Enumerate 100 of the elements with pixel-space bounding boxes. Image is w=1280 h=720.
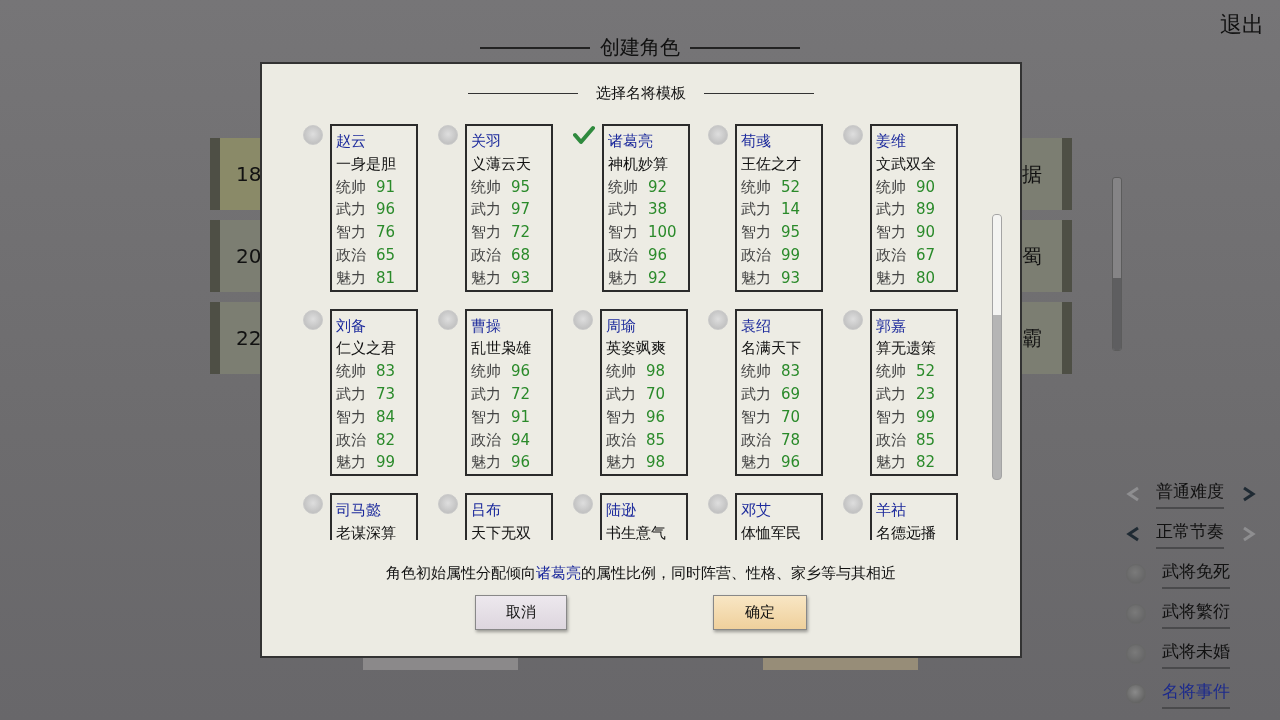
radio-button[interactable] (438, 309, 458, 330)
general-card[interactable]: 关羽 义薄云天 统帅 95 武力 97 智力 72 政治 68 魅力 93 (465, 124, 553, 292)
stat-label: 统帅 (608, 176, 638, 198)
stat-value: 85 (916, 429, 936, 451)
stat-label: 统帅 (336, 361, 366, 383)
radio-button[interactable] (843, 309, 863, 330)
stat-label: 统帅 (741, 361, 771, 383)
stat-value: 91 (376, 176, 396, 198)
stat-value: 96 (511, 452, 531, 474)
confirm-button[interactable]: 确定 (713, 595, 807, 630)
stat-value: 81 (376, 267, 396, 289)
stat-value: 91 (511, 406, 531, 428)
radio-button[interactable] (843, 125, 863, 145)
general-card[interactable]: 赵云 一身是胆 统帅 91 武力 96 智力 76 政治 65 魅力 81 (330, 124, 418, 292)
cancel-button[interactable]: 取消 (475, 595, 567, 630)
general-name: 赵云 (336, 131, 366, 152)
stat-value: 93 (511, 267, 531, 289)
radio-button[interactable] (843, 494, 863, 515)
general-name: 陆逊 (606, 500, 636, 522)
chevron-left-icon[interactable] (1126, 526, 1140, 542)
general-name: 吕布 (471, 500, 501, 522)
stat-value: 98 (646, 452, 666, 474)
general-motto: 老谋深算 (336, 522, 396, 540)
stat-value: 90 (916, 176, 936, 198)
chevron-left-icon[interactable] (1126, 486, 1140, 502)
stat-value: 99 (916, 406, 936, 428)
toggle-circle[interactable] (1126, 684, 1146, 704)
stat-value: 96 (376, 199, 396, 221)
general-motto: 书生意气 (606, 522, 666, 540)
stat-label: 智力 (741, 222, 771, 244)
setting-label[interactable]: 武将免死 (1162, 559, 1230, 589)
stat-label: 魅力 (336, 267, 366, 289)
stat-label: 政治 (471, 245, 501, 266)
general-motto: 体恤军民 (741, 522, 801, 540)
stat-label: 智力 (471, 222, 501, 244)
stat-value: 94 (511, 429, 531, 451)
stat-value: 95 (511, 176, 531, 198)
general-name: 郭嘉 (876, 315, 906, 337)
radio-button[interactable] (573, 309, 593, 330)
stat-value: 82 (376, 429, 396, 451)
general-card[interactable]: 邓艾 体恤军民 (735, 493, 823, 540)
radio-button[interactable] (303, 494, 323, 515)
radio-button[interactable] (438, 494, 458, 515)
general-name: 诸葛亮 (608, 131, 653, 152)
stat-value: 85 (646, 429, 666, 451)
stat-label: 魅力 (606, 452, 636, 474)
general-name: 周瑜 (606, 315, 636, 337)
stat-value: 83 (376, 361, 396, 383)
stat-label: 武力 (876, 199, 906, 221)
general-card[interactable]: 吕布 天下无双 (465, 493, 553, 540)
stat-value: 52 (781, 176, 801, 198)
stat-label: 政治 (741, 429, 771, 451)
stat-value: 99 (376, 452, 396, 474)
radio-button[interactable] (573, 494, 593, 515)
general-card[interactable]: 司马懿 老谋深算 (330, 493, 418, 540)
stat-label: 武力 (606, 383, 636, 405)
stat-value: 84 (376, 406, 396, 428)
stat-value: 72 (511, 222, 531, 244)
general-card[interactable]: 刘备 仁义之君 统帅 83 武力 73 智力 84 政治 82 魅力 99 (330, 308, 418, 477)
stat-value: 93 (781, 267, 801, 289)
scrollbar[interactable] (992, 214, 1002, 480)
stat-label: 统帅 (741, 176, 771, 198)
scrollbar[interactable] (1112, 177, 1122, 351)
general-card[interactable]: 周瑜 英姿飒爽 统帅 98 武力 70 智力 96 政治 85 魅力 98 (600, 308, 688, 477)
stat-label: 统帅 (471, 176, 501, 198)
stat-label: 魅力 (608, 267, 638, 289)
screen-title: 创建角色 (600, 34, 680, 61)
general-card[interactable]: 诸葛亮 神机妙算 统帅 92 武力 38 智力 100 政治 96 魅力 92 (602, 124, 690, 292)
stat-value: 38 (648, 199, 668, 221)
radio-button[interactable] (303, 309, 323, 330)
check-icon[interactable] (573, 125, 595, 145)
general-card[interactable]: 郭嘉 算无遗策 统帅 52 武力 23 智力 99 政治 85 魅力 82 (870, 308, 958, 477)
stat-value: 52 (916, 361, 936, 383)
general-motto: 义薄云天 (471, 153, 531, 175)
stat-value: 99 (781, 245, 801, 266)
stat-label: 魅力 (741, 267, 771, 289)
general-name: 羊祜 (876, 500, 906, 522)
chevron-right-icon[interactable] (1242, 526, 1256, 542)
general-card[interactable]: 羊祜 名德远播 (870, 493, 958, 540)
general-card[interactable]: 姜维 文武双全 统帅 90 武力 89 智力 90 政治 67 魅力 80 (870, 124, 958, 292)
radio-button[interactable] (708, 494, 728, 515)
general-card[interactable]: 陆逊 书生意气 (600, 493, 688, 540)
radio-button[interactable] (303, 125, 323, 145)
radio-button[interactable] (438, 125, 458, 145)
radio-button[interactable] (708, 309, 728, 330)
stat-label: 政治 (606, 429, 636, 451)
chevron-right-icon[interactable] (1242, 486, 1256, 502)
general-card[interactable]: 荀彧 王佐之才 统帅 52 武力 14 智力 95 政治 99 魅力 93 (735, 124, 823, 292)
stat-label: 统帅 (876, 176, 906, 198)
exit-button[interactable]: 退出 (1216, 8, 1268, 42)
stat-label: 智力 (876, 406, 906, 428)
radio-button[interactable] (708, 125, 728, 145)
general-card[interactable]: 袁绍 名满天下 统帅 83 武力 69 智力 70 政治 78 魅力 96 (735, 308, 823, 477)
stat-label: 政治 (336, 429, 366, 451)
stat-label: 智力 (336, 222, 366, 244)
general-card[interactable]: 曹操 乱世枭雄 统帅 96 武力 72 智力 91 政治 94 魅力 96 (465, 308, 553, 477)
general-name: 刘备 (336, 315, 366, 337)
stat-label: 智力 (606, 406, 636, 428)
general-name: 关羽 (471, 131, 501, 152)
general-name: 邓艾 (741, 500, 771, 522)
